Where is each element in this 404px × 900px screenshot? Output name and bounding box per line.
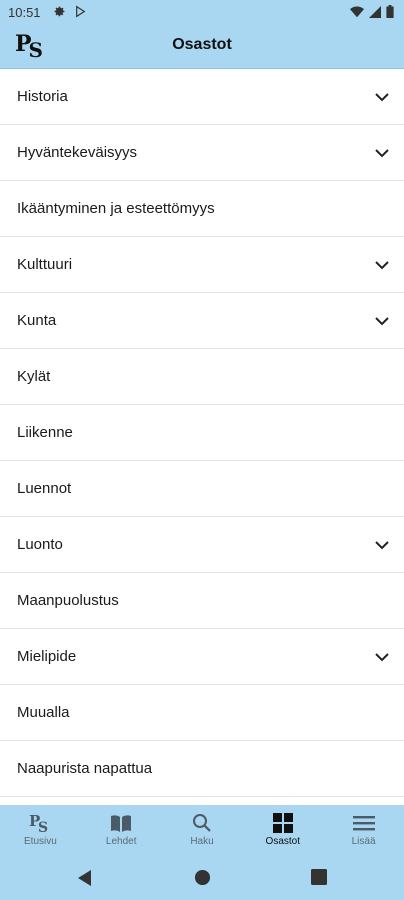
section-row[interactable]: Kulttuuri bbox=[0, 237, 404, 293]
search-icon bbox=[192, 812, 212, 834]
bottom-navigation: P S Etusivu Lehdet Haku Osastot Lisää bbox=[0, 805, 404, 857]
nav-label: Etusivu bbox=[24, 836, 57, 847]
recents-icon[interactable] bbox=[311, 869, 327, 885]
chevron-down-icon[interactable] bbox=[374, 145, 390, 161]
nav-item-lehdet[interactable]: Lehdet bbox=[81, 805, 162, 857]
chevron-down-icon[interactable] bbox=[374, 89, 390, 105]
app-bar: PS Osastot bbox=[0, 24, 404, 69]
section-label: Muualla bbox=[17, 704, 70, 721]
nav-item-etusivu[interactable]: P S Etusivu bbox=[0, 805, 81, 857]
battery-icon bbox=[386, 5, 394, 18]
nav-item-haku[interactable]: Haku bbox=[162, 805, 243, 857]
section-label: Mielipide bbox=[17, 648, 77, 665]
grid-icon bbox=[272, 812, 294, 834]
section-row[interactable]: Muualla bbox=[0, 685, 404, 741]
section-label: Naapurista napattua bbox=[17, 760, 153, 777]
signal-icon bbox=[369, 5, 381, 18]
play-store-icon bbox=[76, 5, 86, 18]
nav-label: Osastot bbox=[265, 836, 301, 847]
wifi-icon bbox=[350, 5, 364, 17]
section-label: Kunta bbox=[17, 312, 57, 329]
nav-label: Lisää bbox=[351, 836, 376, 847]
svg-text:S: S bbox=[38, 820, 48, 834]
ps-logo-icon: PS bbox=[28, 812, 52, 834]
status-time: 10:51 bbox=[8, 5, 41, 20]
section-row[interactable]: Ikääntyminen ja esteettömyys bbox=[0, 181, 404, 237]
nav-label: Lehdet bbox=[105, 836, 137, 847]
section-row[interactable]: Hyväntekeväisyys bbox=[0, 125, 404, 181]
section-list: Historia Hyväntekeväisyys Ikääntyminen ja … bbox=[0, 69, 404, 805]
settings-gear-icon bbox=[54, 6, 65, 17]
chevron-down-icon[interactable] bbox=[374, 537, 390, 553]
section-row[interactable]: Historia bbox=[0, 69, 404, 125]
section-row[interactable]: Maanpuolustus bbox=[0, 573, 404, 629]
nav-item-osastot[interactable]: Osastot bbox=[242, 805, 323, 857]
page-title: Osastot bbox=[172, 36, 232, 53]
nav-item-lis-[interactable]: Lisää bbox=[323, 805, 404, 857]
section-label: Historia bbox=[17, 88, 68, 105]
section-row[interactable]: Naapurista napattua bbox=[0, 741, 404, 797]
section-row[interactable]: Liikenne bbox=[0, 405, 404, 461]
section-row[interactable]: Kylät bbox=[0, 349, 404, 405]
section-row[interactable]: Kunta bbox=[0, 293, 404, 349]
home-icon[interactable] bbox=[194, 869, 211, 886]
section-label: Luennot bbox=[17, 480, 72, 497]
book-icon bbox=[110, 812, 132, 834]
chevron-down-icon[interactable] bbox=[374, 257, 390, 273]
nav-label: Haku bbox=[190, 836, 214, 847]
section-row[interactable]: Luonto bbox=[0, 517, 404, 573]
chevron-down-icon[interactable] bbox=[374, 313, 390, 329]
section-label: Luonto bbox=[17, 536, 63, 553]
system-navigation-bar bbox=[0, 857, 404, 900]
menu-icon bbox=[352, 812, 375, 834]
back-icon[interactable] bbox=[76, 869, 94, 887]
section-row[interactable]: Luennot bbox=[0, 461, 404, 517]
section-label: Liikenne bbox=[17, 424, 73, 441]
status-bar: 10:51 bbox=[0, 0, 404, 24]
chevron-down-icon[interactable] bbox=[374, 649, 390, 665]
section-label: Kulttuuri bbox=[17, 256, 73, 273]
section-label: Hyväntekeväisyys bbox=[17, 144, 138, 161]
section-label: Ikääntyminen ja esteettömyys bbox=[17, 200, 215, 217]
section-label: Kylät bbox=[17, 368, 51, 385]
section-row[interactable]: Mielipide bbox=[0, 629, 404, 685]
section-label: Maanpuolustus bbox=[17, 592, 119, 609]
